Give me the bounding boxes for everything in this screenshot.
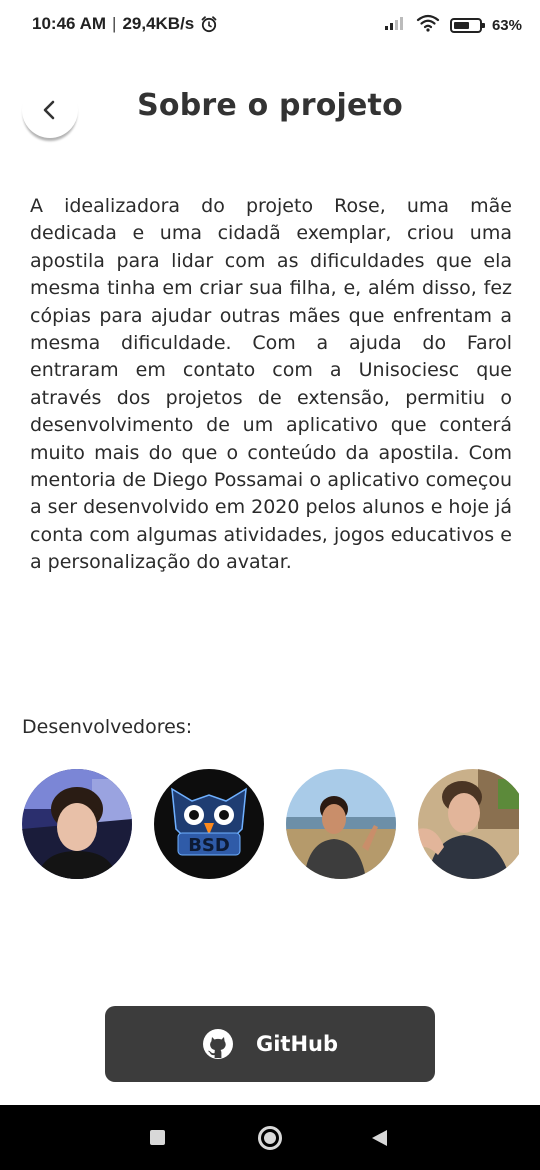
back-icon[interactable] (372, 1130, 387, 1146)
status-left: 10:46 AM | 29,4KB/s (32, 14, 218, 34)
github-icon (202, 1029, 233, 1059)
battery-tip (481, 22, 485, 28)
github-button[interactable]: GitHub (105, 1006, 435, 1082)
status-separator: | (112, 14, 117, 33)
battery-icon (449, 17, 485, 33)
status-time: 10:46 AM (32, 14, 107, 33)
page-title: Sobre o projeto (137, 88, 403, 123)
network-speed: 29,4KB/s (122, 14, 195, 33)
avatar-logo-text: BSD (188, 835, 230, 856)
battery-percent: 63% (491, 16, 522, 34)
alarm-icon (200, 15, 218, 33)
developer-avatar-4[interactable] (418, 769, 519, 879)
developers-label: Desenvolvedores: (22, 716, 193, 738)
developer-avatar-1[interactable] (22, 769, 132, 879)
home-icon[interactable] (258, 1126, 282, 1150)
signal-icon (384, 15, 406, 35)
system-nav-bar (0, 1105, 540, 1170)
developer-avatars[interactable]: BSD (22, 769, 519, 881)
project-description: A idealizadora do projeto Rose, uma mãe … (30, 195, 513, 574)
status-right: 63% (384, 14, 522, 36)
status-bar: 10:46 AM | 29,4KB/s 63% (0, 0, 540, 50)
recents-icon[interactable] (150, 1130, 165, 1145)
developer-avatar-2[interactable]: BSD (154, 769, 264, 879)
developer-avatar-3[interactable] (286, 769, 396, 879)
battery-fill (453, 21, 469, 29)
github-label: GitHub (255, 1032, 339, 1056)
wifi-icon (416, 14, 440, 36)
